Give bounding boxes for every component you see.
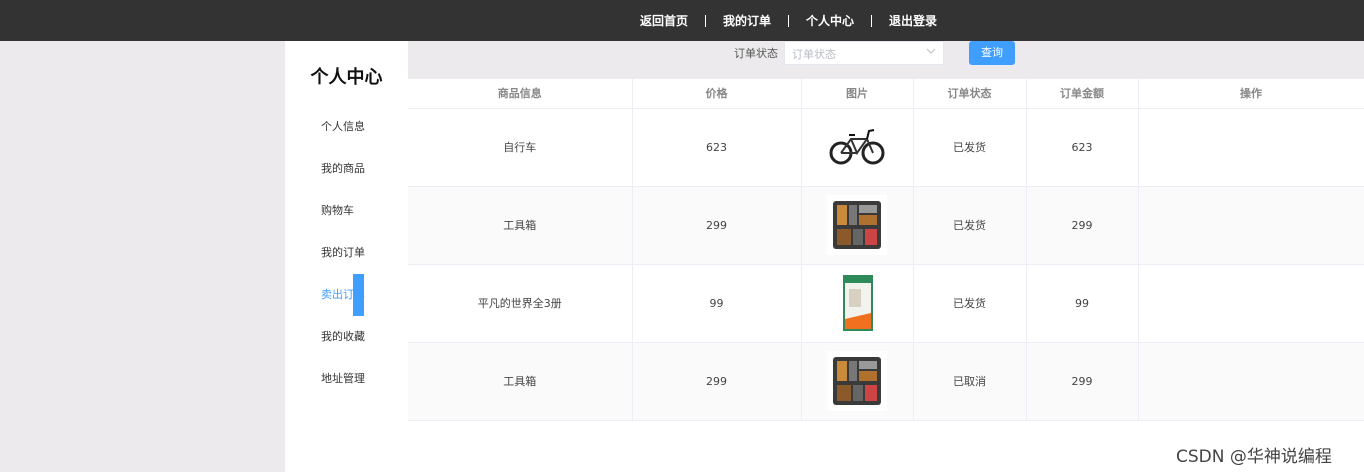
- cell-status: 已发货: [913, 108, 1027, 187]
- nav-home-link[interactable]: 返回首页: [623, 14, 705, 28]
- orders-table: 商品信息 价格 图片 订单状态 订单金额 操作 自行车 623 已发货 623 …: [408, 79, 1364, 421]
- column-header-amount: 订单金额: [1026, 79, 1139, 109]
- cell-amount: 299: [1026, 342, 1139, 421]
- filter-bar: 订单状态 订单状态 查询: [408, 41, 1364, 79]
- cell-price: 99: [632, 264, 802, 343]
- cell-image: [801, 186, 914, 265]
- order-status-label: 订单状态: [734, 47, 778, 60]
- bicycle-image: [827, 117, 887, 177]
- sidebar-item-cart[interactable]: 购物车: [321, 190, 408, 232]
- cell-actions: [1138, 186, 1364, 265]
- column-header-actions: 操作: [1138, 79, 1364, 109]
- table-row: 工具箱 299 已取消 299: [408, 342, 1364, 421]
- sidebar-item-my-orders[interactable]: 我的订单: [321, 232, 408, 274]
- cell-price: 623: [632, 108, 802, 187]
- sidebar: 个人中心 个人信息 我的商品 购物车 我的订单 卖出订单 我的收藏 地址管理: [285, 41, 408, 472]
- table-header-row: 商品信息 价格 图片 订单状态 订单金额 操作: [408, 79, 1364, 109]
- cell-status: 已发货: [913, 264, 1027, 343]
- sidebar-item-profile[interactable]: 个人信息: [321, 106, 408, 148]
- cell-actions: [1138, 108, 1364, 187]
- sidebar-item-my-products[interactable]: 我的商品: [321, 148, 408, 190]
- table-row: 平凡的世界全3册 99 已发货 99: [408, 264, 1364, 343]
- top-nav: 返回首页 我的订单 个人中心 退出登录: [623, 0, 954, 41]
- table-row: 工具箱 299 已发货 299: [408, 186, 1364, 265]
- cell-image: [801, 264, 914, 343]
- cell-actions: [1138, 342, 1364, 421]
- order-status-placeholder: 订单状态: [792, 48, 836, 61]
- sidebar-item-sold-orders[interactable]: 卖出订单: [321, 274, 408, 316]
- nav-my-orders-link[interactable]: 我的订单: [706, 14, 788, 28]
- cell-product-name: 自行车: [408, 108, 633, 187]
- top-nav-bar: 返回首页 我的订单 个人中心 退出登录: [0, 0, 1364, 41]
- chevron-down-icon: [926, 48, 936, 54]
- table-row: 自行车 623 已发货 623: [408, 108, 1364, 187]
- cell-amount: 623: [1026, 108, 1139, 187]
- cell-status: 已取消: [913, 342, 1027, 421]
- cell-product-name: 工具箱: [408, 342, 633, 421]
- column-header-status: 订单状态: [913, 79, 1027, 109]
- column-header-product: 商品信息: [408, 79, 633, 109]
- sidebar-item-favorites[interactable]: 我的收藏: [321, 316, 408, 358]
- nav-logout-link[interactable]: 退出登录: [872, 14, 954, 28]
- sidebar-item-address[interactable]: 地址管理: [321, 358, 408, 400]
- cell-price: 299: [632, 186, 802, 265]
- cell-status: 已发货: [913, 186, 1027, 265]
- watermark: CSDN @华神说编程: [1176, 447, 1332, 467]
- column-header-image: 图片: [801, 79, 914, 109]
- query-button[interactable]: 查询: [969, 41, 1015, 65]
- toolbox-image: [827, 351, 887, 411]
- orders-table-container: 商品信息 价格 图片 订单状态 订单金额 操作 自行车 623 已发货 623 …: [408, 79, 1364, 472]
- cell-amount: 299: [1026, 186, 1139, 265]
- toolbox-image: [827, 195, 887, 255]
- book-image: [827, 273, 887, 333]
- cell-image: [801, 108, 914, 187]
- cell-product-name: 工具箱: [408, 186, 633, 265]
- column-header-price: 价格: [632, 79, 802, 109]
- nav-personal-center-link[interactable]: 个人中心: [789, 14, 871, 28]
- cell-image: [801, 342, 914, 421]
- order-status-select[interactable]: 订单状态: [784, 41, 944, 65]
- cell-product-name: 平凡的世界全3册: [408, 264, 633, 343]
- cell-actions: [1138, 264, 1364, 343]
- cell-price: 299: [632, 342, 802, 421]
- sidebar-title: 个人中心: [310, 67, 383, 88]
- cell-amount: 99: [1026, 264, 1139, 343]
